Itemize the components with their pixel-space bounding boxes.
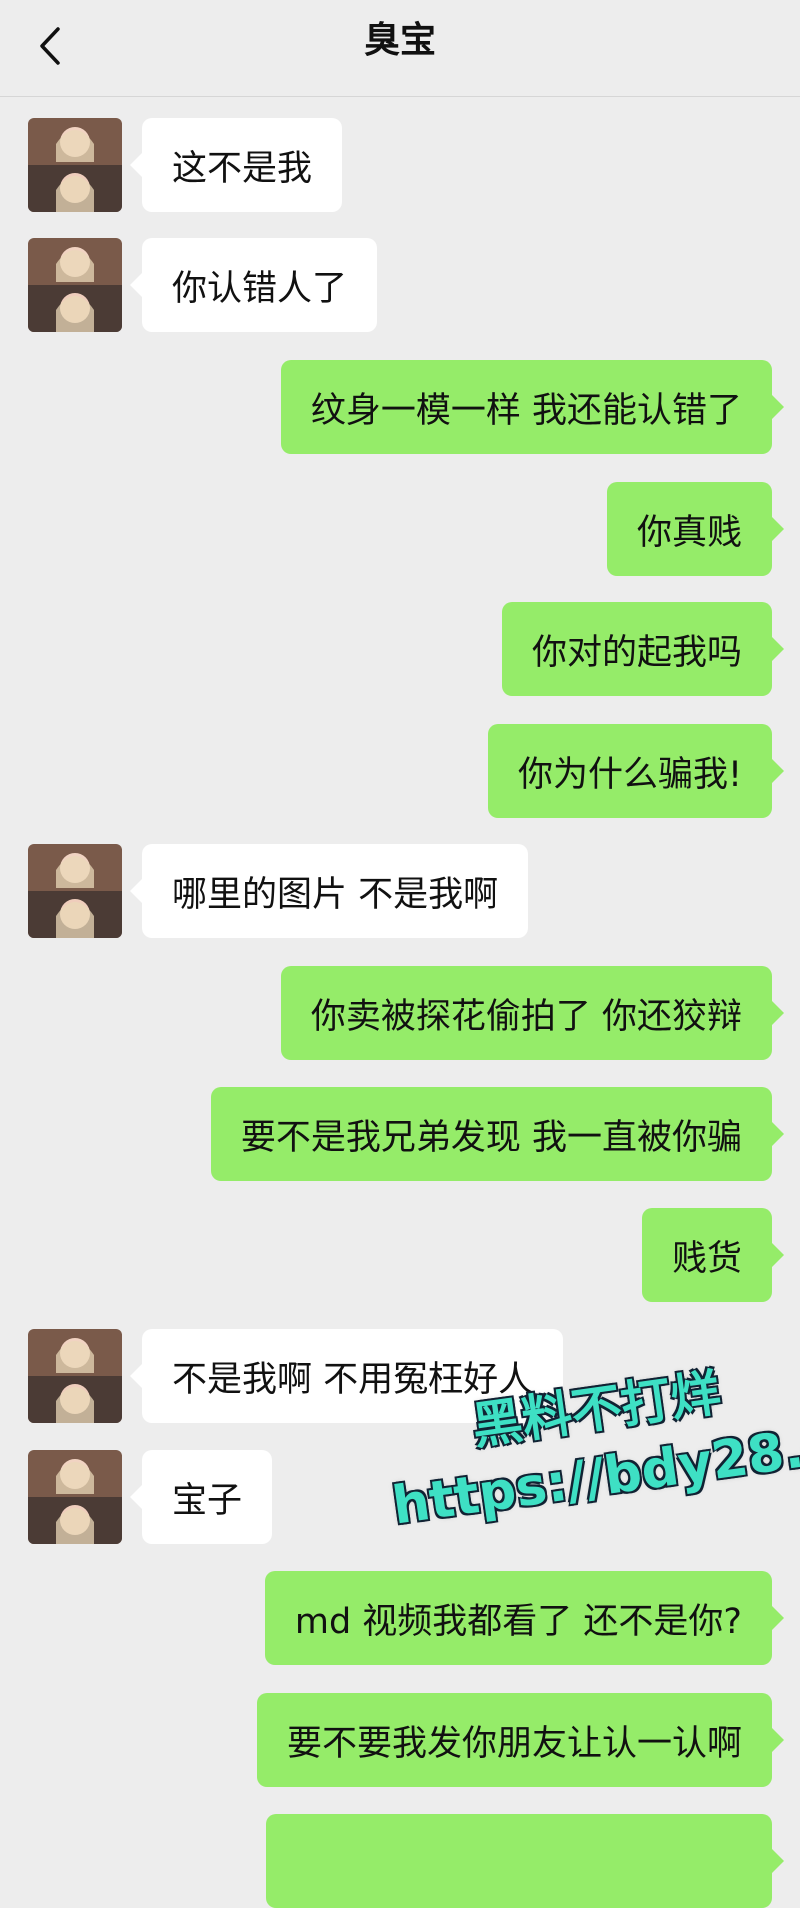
outgoing-message-bubble[interactable]: 贱货 — [641, 1208, 785, 1302]
message-row: 你卖被探花偷拍了 你还狡辩 — [280, 966, 785, 1060]
message-row: 哪里的图片 不是我啊 — [28, 844, 529, 938]
message-row: 要不是我兄弟发现 我一直被你骗 — [210, 1087, 785, 1181]
outgoing-message-bubble[interactable]: 要不是我兄弟发现 我一直被你骗 — [210, 1087, 785, 1181]
message-row: 宝子 — [28, 1450, 273, 1544]
message-list[interactable]: 这不是我 你认错人了 纹身一模一样 我还能认错了 你真贱 你对的起我吗 你为什么… — [0, 97, 800, 1908]
message-row: 你真贱 — [606, 482, 785, 576]
outgoing-message-bubble[interactable]: 要不要我发你朋友让认一认啊 — [256, 1693, 785, 1787]
contact-avatar[interactable] — [28, 1329, 122, 1423]
message-row: 这不是我 — [28, 118, 343, 212]
message-row: 贱货 — [641, 1208, 785, 1302]
contact-avatar[interactable] — [28, 118, 122, 212]
message-row: 纹身一模一样 我还能认错了 — [280, 360, 785, 454]
message-row — [266, 1814, 784, 1908]
outgoing-message-bubble[interactable]: 你卖被探花偷拍了 你还狡辩 — [280, 966, 785, 1060]
incoming-message-bubble[interactable]: 不是我啊 不用冤枉好人 — [129, 1329, 564, 1423]
message-row: 你对的起我吗 — [501, 602, 785, 696]
outgoing-message-bubble[interactable]: 你真贱 — [606, 482, 785, 576]
message-row: 不是我啊 不用冤枉好人 — [28, 1329, 564, 1423]
incoming-message-bubble[interactable]: 宝子 — [129, 1450, 273, 1544]
outgoing-message-bubble[interactable]: 你对的起我吗 — [501, 602, 785, 696]
contact-avatar[interactable] — [28, 1450, 122, 1544]
incoming-message-bubble[interactable]: 哪里的图片 不是我啊 — [129, 844, 529, 938]
chat-header: 臭宝 — [0, 0, 800, 97]
incoming-message-bubble[interactable]: 你认错人了 — [129, 238, 378, 332]
outgoing-message-bubble[interactable]: 你为什么骗我! — [487, 724, 785, 818]
message-row: md 视频我都看了 还不是你? — [264, 1571, 785, 1665]
outgoing-message-bubble[interactable]: 纹身一模一样 我还能认错了 — [280, 360, 785, 454]
chat-title: 臭宝 — [363, 20, 436, 61]
message-row: 你为什么骗我! — [487, 724, 785, 818]
message-row: 要不要我发你朋友让认一认啊 — [256, 1693, 785, 1787]
contact-avatar[interactable] — [28, 844, 122, 938]
incoming-message-bubble[interactable]: 这不是我 — [129, 118, 343, 212]
message-row: 你认错人了 — [28, 238, 378, 332]
contact-avatar[interactable] — [28, 238, 122, 332]
outgoing-message-bubble[interactable]: md 视频我都看了 还不是你? — [264, 1571, 785, 1665]
outgoing-message-bubble-partial[interactable] — [266, 1814, 784, 1908]
